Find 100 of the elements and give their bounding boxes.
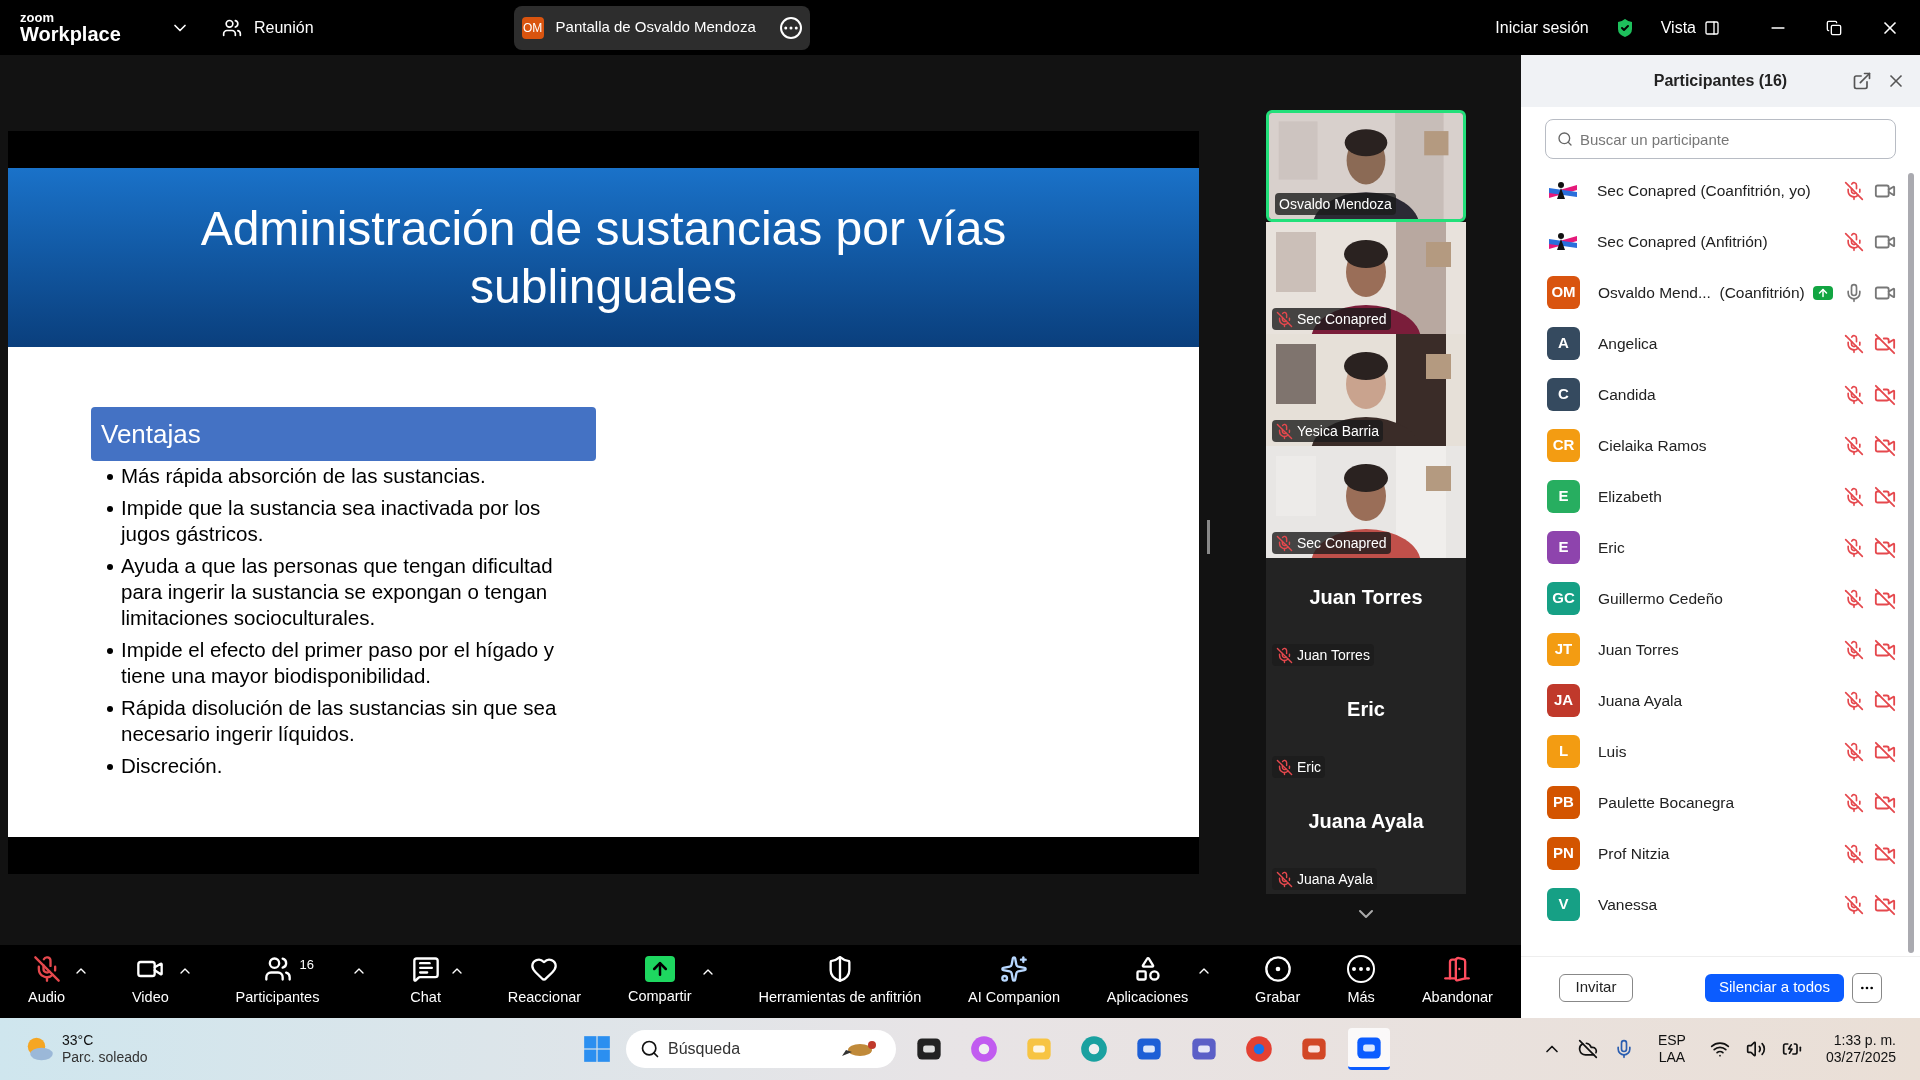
avatar: CR — [1547, 429, 1580, 462]
bullet-icon — [107, 474, 113, 480]
participant-row[interactable]: Sec Conapred (Anfitrión) — [1547, 216, 1896, 267]
tile-name: Osvaldo Mendoza — [1279, 195, 1392, 213]
tile-name: Juana Ayala — [1297, 870, 1374, 888]
clock-time: 1:33 p. m. — [1833, 1031, 1896, 1049]
scrollbar[interactable] — [1908, 173, 1914, 953]
more-icon[interactable] — [779, 16, 802, 39]
avatar: PN — [1547, 837, 1580, 870]
avatar: JT — [1547, 633, 1580, 666]
exit-door-icon — [1443, 954, 1472, 983]
avatar: PB — [1547, 786, 1580, 819]
search-field[interactable]: Buscar un participante — [1545, 119, 1896, 159]
toolbar-button[interactable]: Video — [127, 954, 173, 1009]
bullet-icon — [107, 648, 113, 654]
pop-out-icon[interactable] — [1852, 71, 1872, 91]
search-field[interactable]: Búsqueda — [626, 1030, 896, 1068]
participant-row[interactable]: E Elizabeth — [1547, 471, 1896, 522]
view-button[interactable]: Vista — [1660, 15, 1720, 40]
participant-name: Cielaika Ramos — [1598, 435, 1707, 456]
participant-row[interactable]: PB Paulette Bocanegra — [1547, 777, 1896, 828]
avatar: JA — [1547, 684, 1580, 717]
bullet-text: Rápida disolución de las sustancias sin que sea necesario ingerir líquidos. — [121, 695, 558, 747]
cloud-off-icon — [1577, 1039, 1598, 1059]
toolbar-button[interactable]: Grabar — [1251, 954, 1305, 1009]
participant-count: 16 — [299, 955, 314, 974]
avatar: V — [1547, 888, 1580, 921]
section-title: Ventajas — [101, 417, 201, 451]
participant-name: Juana Ayala — [1598, 690, 1683, 711]
wifi-icon — [1709, 1039, 1730, 1059]
windows-logo-icon — [583, 1035, 611, 1063]
weather-condition: Parc. soleado — [62, 1049, 148, 1067]
participant-row[interactable]: GC Guillermo Cedeño — [1547, 573, 1896, 624]
more-icon — [1347, 954, 1376, 983]
tile-name: Yesica Barria — [1297, 422, 1379, 440]
participant-row[interactable]: C Candida — [1547, 369, 1896, 420]
participant-row[interactable]: Sec Conapred (Coanfitrión, yo) — [1547, 165, 1896, 216]
more-button[interactable] — [1852, 972, 1882, 1003]
shapes-icon — [1133, 954, 1162, 983]
avatar: A — [1547, 327, 1580, 360]
participant-name: Elizabeth — [1598, 486, 1662, 507]
toolbar-button[interactable]: Audio — [24, 954, 70, 1009]
participant-row[interactable]: A Angelica — [1547, 318, 1896, 369]
keyboard-layout: LAA — [1658, 1049, 1686, 1067]
invite-button[interactable]: Invitar — [1559, 973, 1633, 1002]
share-status-pill[interactable]: OM Pantalla de Osvaldo Mendoza — [513, 5, 810, 50]
resize-handle[interactable] — [1207, 520, 1210, 554]
avatar: E — [1547, 480, 1580, 513]
clock-date: 03/27/2025 — [1825, 1049, 1896, 1067]
layout-icon — [1704, 19, 1720, 36]
participant-name: Sec Conapred (Anfitrión) — [1597, 231, 1768, 252]
bullet-icon — [107, 764, 113, 770]
toolbar-button[interactable]: Reaccionar — [503, 954, 586, 1009]
toolbar-button[interactable]: Compartir — [623, 955, 696, 1008]
participant-row[interactable]: OM Osvaldo Mend... (Coanfitrión) — [1547, 267, 1896, 318]
participant-row[interactable]: JA Juana Ayala — [1547, 675, 1896, 726]
participant-row[interactable]: V Vanessa — [1547, 879, 1896, 930]
participant-name: Prof Nitzia — [1598, 843, 1670, 864]
people-icon — [222, 17, 242, 38]
bullet-icon — [107, 706, 113, 712]
participant-name: Sec Conapred (Coanfitrión, yo) — [1597, 180, 1811, 201]
avatar: C — [1547, 378, 1580, 411]
sign-in-link[interactable]: Iniciar sesión — [1495, 15, 1589, 40]
bullet-icon — [107, 506, 113, 512]
people-icon — [263, 954, 292, 983]
bullet-text: Impide que la sustancia sea inactivada por los jugos gástricos. — [121, 495, 542, 547]
toolbar-button[interactable]: Más — [1343, 954, 1380, 1009]
participant-name: Vanessa — [1598, 894, 1658, 915]
restore-icon[interactable] — [1826, 19, 1842, 36]
language-code: ESP — [1657, 1031, 1686, 1049]
sparkle-icon — [1000, 954, 1029, 983]
participant-name: Juana Ayala — [1308, 809, 1424, 834]
participant-name: Angelica — [1598, 333, 1658, 354]
participant-row[interactable]: PN Prof Nitzia — [1547, 828, 1896, 879]
slide-title: Administración de sustancias por vías sublinguales — [199, 200, 1008, 315]
mute-all-button[interactable]: Silenciar a todos — [1705, 973, 1844, 1002]
avatar: GC — [1547, 582, 1580, 615]
toolbar-button[interactable]: Abandonar — [1417, 954, 1497, 1009]
participant-row[interactable]: JT Juan Torres — [1547, 624, 1896, 675]
participant-row[interactable]: L Luis — [1547, 726, 1896, 777]
brand-subtitle: zoom — [20, 11, 55, 24]
toolbar-button[interactable]: 16 Participantes — [231, 954, 324, 1009]
avatar: L — [1547, 735, 1580, 768]
toolbar-button[interactable]: Chat — [406, 954, 445, 1009]
search-icon — [1557, 131, 1573, 147]
toolbar-button[interactable]: AI Companion — [964, 954, 1064, 1009]
bullet-text: Impide el efecto del primer paso por el hígado y tiene una mayor biodisponibilidad. — [121, 637, 556, 689]
weather-temperature: 33°C — [62, 1031, 95, 1049]
toolbar-button[interactable]: Aplicaciones — [1102, 954, 1193, 1009]
record-icon — [1263, 954, 1292, 983]
participant-name: Luis — [1598, 741, 1627, 762]
participant-name: Juan Torres — [1598, 639, 1679, 660]
participant-name: Osvaldo Mend... (Coanfitrión) — [1598, 282, 1805, 303]
participant-row[interactable]: CR Cielaika Ramos — [1547, 420, 1896, 471]
toolbar-button[interactable]: Herramientas de anfitrión — [754, 954, 926, 1009]
participant-row[interactable]: E Eric — [1547, 522, 1896, 573]
bullet-text: Más rápida absorción de las sustancias. — [121, 463, 486, 489]
brand-name: Workplace — [20, 24, 122, 44]
participant-name: Candida — [1598, 384, 1656, 405]
share-label: Pantalla de Osvaldo Mendoza — [555, 17, 756, 38]
